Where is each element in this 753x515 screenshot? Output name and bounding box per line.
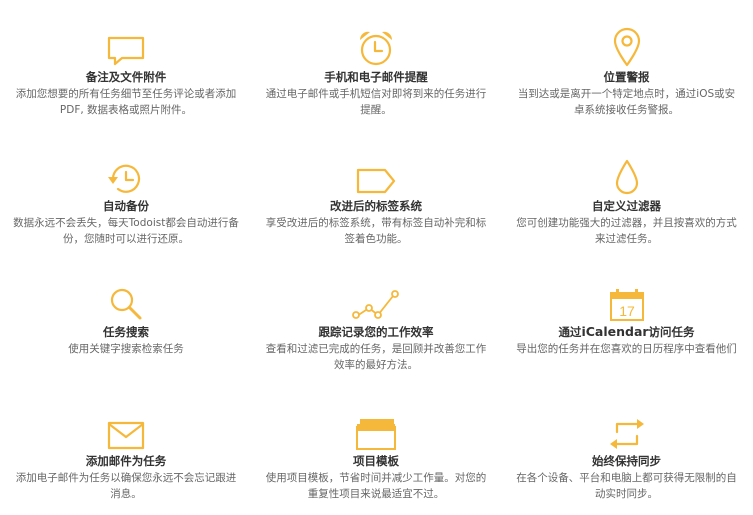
- feature-title: 自动备份: [103, 199, 149, 213]
- feature-title: 改进后的标签系统: [330, 199, 422, 213]
- feature-title: 始终保持同步: [592, 454, 661, 468]
- feature-description: 您可创建功能强大的过滤器，并且按喜欢的方式来过滤任务。: [516, 217, 737, 245]
- magnifier-icon: [103, 282, 149, 322]
- feature-project-templates: 项目模板 使用项目模板，节省时间并减少工作量。对您的重复性项目来说最适宜不过。: [252, 384, 500, 515]
- speech-bubble-icon: [103, 27, 149, 67]
- features-grid: 备注及文件附件 添加您想要的所有任务细节至任务评论或者添加PDF, 数据表格或照…: [0, 0, 753, 515]
- title-suffix: 访问任务: [648, 325, 695, 339]
- feature-title: 任务搜索: [103, 325, 149, 339]
- title-icalendar: iCalendar: [581, 324, 649, 339]
- calendar-day-number: 17: [619, 303, 635, 319]
- feature-title: 添加邮件为任务: [85, 454, 167, 468]
- feature-task-search: 任务搜索 使用关键字搜索检索任务: [0, 255, 252, 384]
- feature-sync: 始终保持同步 在各个设备、平台和电脑上都可获得无限制的自动实时同步。: [500, 384, 753, 515]
- feature-title: 自定义过滤器: [592, 199, 661, 213]
- feature-custom-filters: 自定义过滤器 您可创建功能强大的过滤器，并且按喜欢的方式来过滤任务。: [500, 129, 753, 255]
- label-tag-icon: [353, 156, 399, 196]
- feature-description: 使用项目模板，节省时间并减少工作量。对您的重复性项目来说最适宜不过。: [265, 472, 487, 500]
- feature-notes-attachments: 备注及文件附件 添加您想要的所有任务细节至任务评论或者添加PDF, 数据表格或照…: [0, 0, 252, 129]
- feature-description: 使用关键字搜索检索任务: [68, 343, 184, 355]
- title-prefix: 通过: [558, 325, 582, 339]
- feature-description: 通过电子邮件或手机短信对即将到来的任务进行提醒。: [265, 88, 487, 116]
- feature-title: 备注及文件附件: [85, 70, 167, 84]
- calendar-icon: 17: [604, 282, 650, 322]
- feature-title: 位置警报: [603, 70, 650, 84]
- feature-email-to-task: 添加邮件为任务 添加电子邮件为任务以确保您永远不会忘记跟进消息。: [0, 384, 252, 515]
- alarm-clock-icon: [353, 27, 399, 67]
- feature-description: 在各个设备、平台和电脑上都可获得无限制的自动实时同步。: [516, 472, 737, 500]
- feature-title: 跟踪记录您的工作效率: [318, 325, 434, 339]
- feature-reminders: 手机和电子邮件提醒 通过电子邮件或手机短信对即将到来的任务进行提醒。: [252, 0, 500, 129]
- feature-description: 添加您想要的所有任务细节至任务评论或者添加PDF, 数据表格或照片附件。: [15, 88, 237, 116]
- envelope-icon: [103, 411, 149, 451]
- feature-title: 手机和电子邮件提醒: [324, 70, 428, 84]
- template-stack-icon: [353, 411, 399, 451]
- backup-clock-icon: [103, 156, 149, 196]
- feature-productivity-tracking: 跟踪记录您的工作效率 查看和过滤已完成的任务，是回顾并改善您工作效率的最好方法。: [252, 255, 500, 384]
- feature-description: 享受改进后的标签系统，带有标签自动补完和标签着色功能。: [265, 217, 487, 245]
- feature-description: 当到达或是离开一个特定地点时，通过iOS或安卓系统接收任务警报。: [517, 88, 736, 116]
- location-pin-icon: [604, 27, 650, 67]
- feature-title: 项目模板: [353, 454, 399, 468]
- productivity-graph-icon: [352, 282, 399, 322]
- feature-description: 数据永远不会丢失，每天Todoist都会自动进行备份，您随时可以进行还原。: [13, 217, 239, 245]
- drop-filter-icon: [604, 156, 650, 196]
- feature-labels: 改进后的标签系统 享受改进后的标签系统，带有标签自动补完和标签着色功能。: [252, 129, 500, 255]
- feature-icalendar-access: 17 通过iCalendar访问任务 导出您的任务并在您喜欢的日历程序中查看他们: [500, 255, 753, 384]
- feature-description: 添加电子邮件为任务以确保您永远不会忘记跟进消息。: [15, 472, 237, 500]
- feature-description: 查看和过滤已完成的任务，是回顾并改善您工作效率的最好方法。: [265, 343, 487, 371]
- feature-location-alerts: 位置警报 当到达或是离开一个特定地点时，通过iOS或安卓系统接收任务警报。: [500, 0, 753, 129]
- feature-title: 通过iCalendar访问任务: [558, 324, 694, 340]
- feature-auto-backup: 自动备份 数据永远不会丢失，每天Todoist都会自动进行备份，您随时可以进行还…: [0, 129, 252, 255]
- feature-description: 导出您的任务并在您喜欢的日历程序中查看他们: [516, 343, 737, 355]
- sync-arrows-icon: [604, 411, 650, 451]
